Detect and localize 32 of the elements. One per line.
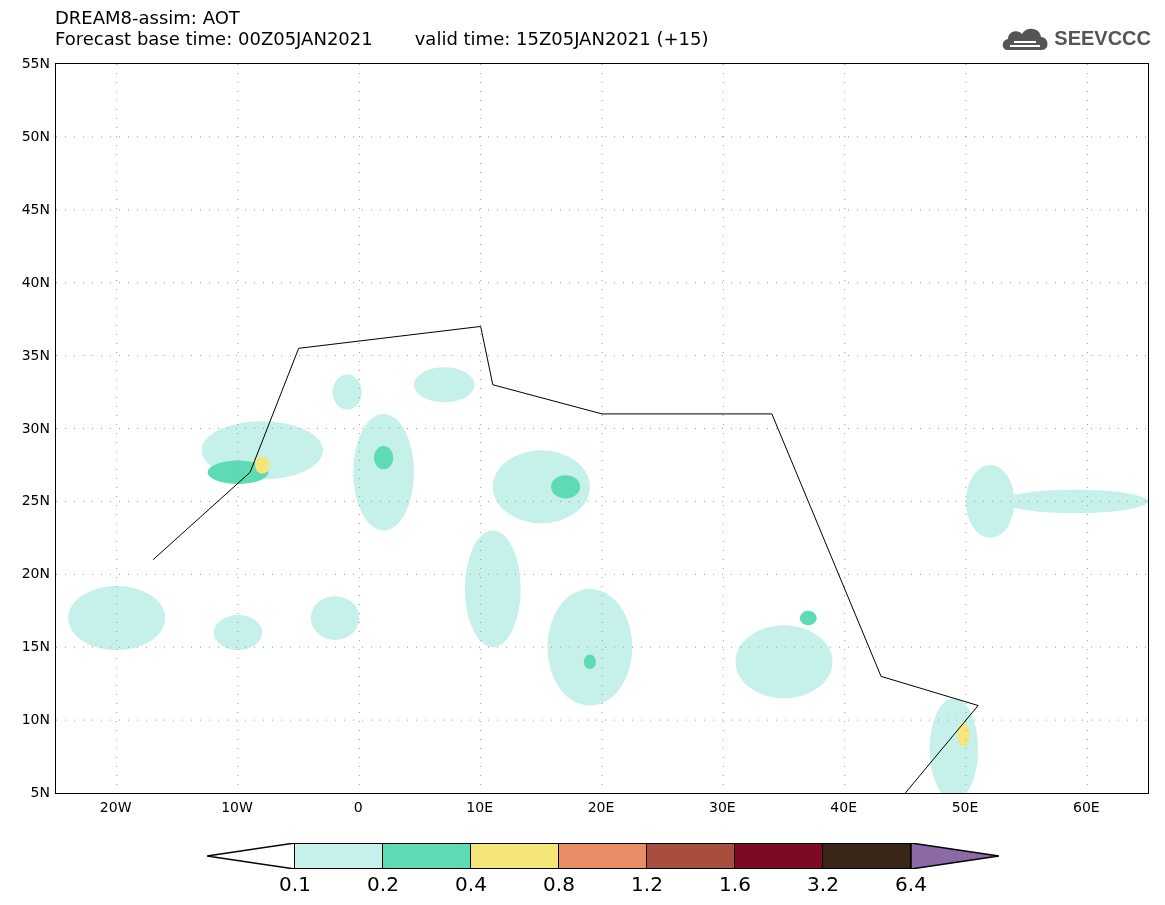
legend-value-label: 1.2: [630, 871, 664, 897]
longitude-label: 50E: [950, 798, 980, 816]
longitude-label: 20E: [586, 798, 616, 816]
legend-value-label: 0.8: [542, 871, 576, 897]
latitude-label: 45N: [20, 199, 50, 218]
latitude-label: 10N: [20, 710, 50, 729]
forecast-base-time: Forecast base time: 00Z05JAN2021: [55, 28, 373, 49]
latitude-label: 55N: [20, 54, 50, 72]
latitude-label: 40N: [20, 272, 50, 291]
map-title: DREAM8-assim: AOT: [55, 7, 241, 28]
longitude-label: 0: [352, 798, 364, 816]
longitude-label: 60E: [1072, 798, 1101, 816]
legend-value-label: 0.4: [454, 871, 488, 897]
logo-text: SEEVCCC: [1054, 26, 1151, 50]
legend-value-label: 6.4: [894, 871, 928, 897]
longitude-label: 20W: [98, 798, 133, 816]
latitude-label: 50N: [20, 126, 50, 145]
legend-value-label: 1.6: [718, 871, 752, 897]
latitude-label: 25N: [20, 491, 50, 510]
latitude-label: 15N: [20, 637, 50, 656]
longitude-label: 10E: [465, 798, 494, 816]
longitude-label: 10W: [220, 798, 254, 816]
latitude-label: 5N: [29, 783, 50, 801]
longitude-label: 30E: [708, 798, 737, 816]
legend-value-label: 3.2: [806, 871, 840, 897]
latitude-label: 30N: [20, 418, 50, 437]
longitude-label: 40E: [829, 798, 858, 816]
legend-value-label: 0.2: [366, 871, 400, 897]
latitude-label: 20N: [20, 564, 50, 583]
legend-value-label: 0.1: [278, 871, 312, 897]
latitude-label: 35N: [20, 345, 50, 364]
valid-time: valid time: 15Z05JAN2021 (+15): [414, 28, 709, 49]
